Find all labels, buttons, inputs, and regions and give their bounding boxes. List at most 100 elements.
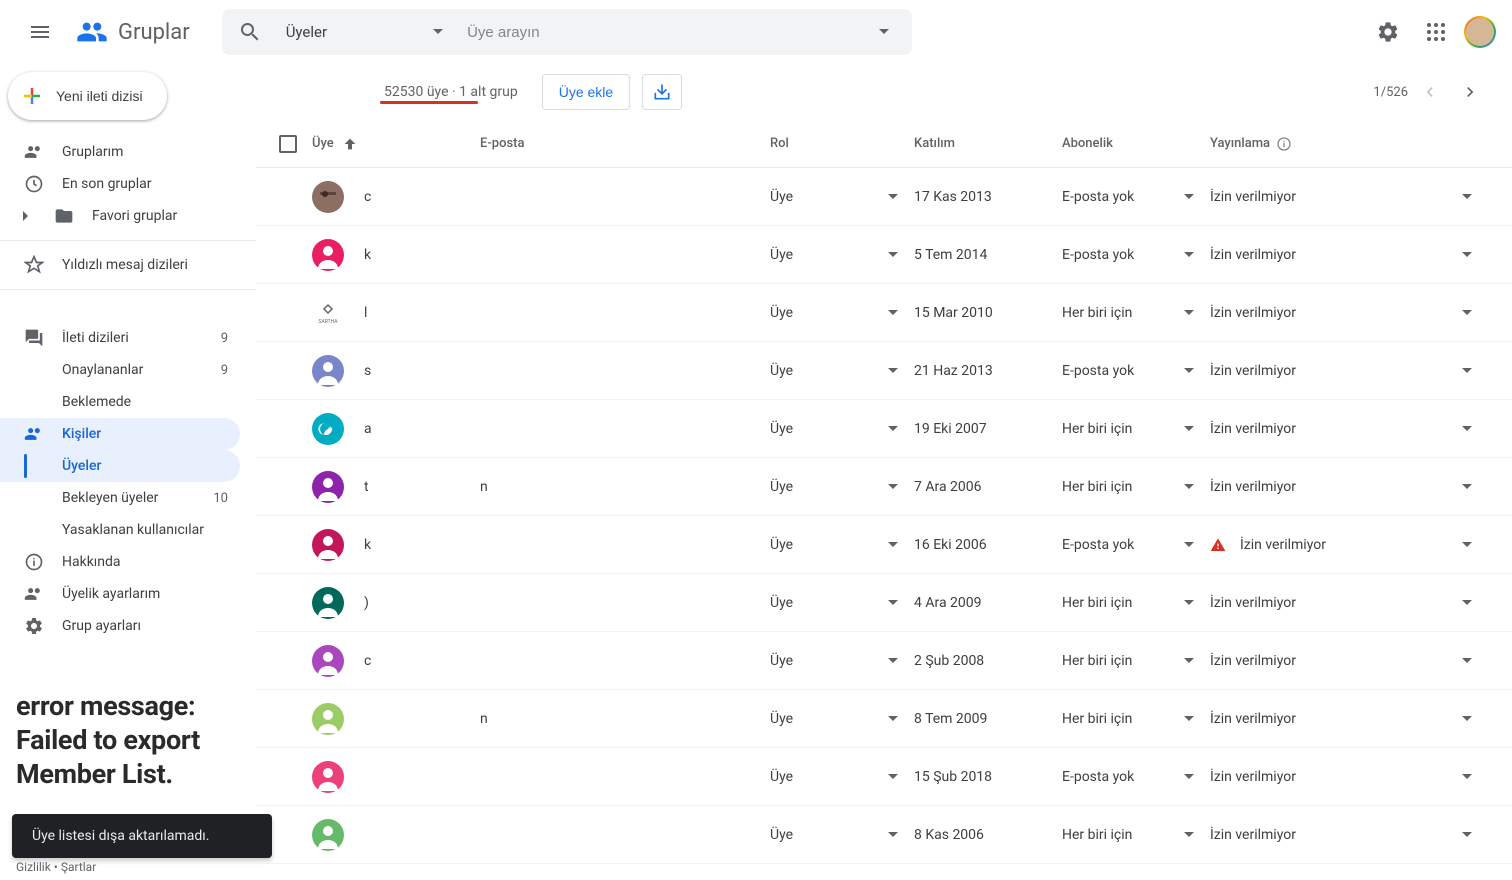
select-all-checkbox[interactable] bbox=[279, 135, 297, 153]
member-avatar bbox=[312, 471, 344, 503]
posting-select[interactable]: İzin verilmiyor bbox=[1210, 653, 1488, 669]
search-options-button[interactable] bbox=[864, 12, 904, 52]
page-prev-button[interactable] bbox=[1412, 74, 1448, 110]
column-header-role[interactable]: Rol bbox=[770, 136, 914, 151]
add-member-button[interactable]: Üye ekle bbox=[542, 74, 630, 110]
search-scope-select[interactable]: Üyeler bbox=[270, 23, 459, 41]
settings-button[interactable] bbox=[1368, 12, 1408, 52]
terms-link[interactable]: Şartlar bbox=[61, 860, 96, 874]
subscription-select[interactable]: Her biri için bbox=[1062, 421, 1210, 437]
subscription-select[interactable]: E-posta yok bbox=[1062, 189, 1210, 205]
role-select[interactable]: Üye bbox=[770, 595, 914, 611]
people-icon bbox=[24, 142, 44, 162]
role-select[interactable]: Üye bbox=[770, 537, 914, 553]
sidebar-item-label: Hakkında bbox=[62, 554, 228, 570]
export-list-button[interactable] bbox=[642, 74, 682, 110]
table-row[interactable]: tnÜye7 Ara 2006Her biri içinİzin verilmi… bbox=[256, 458, 1512, 516]
new-thread-button[interactable]: Yeni ileti dizisi bbox=[8, 72, 167, 120]
hamburger-icon bbox=[28, 20, 52, 44]
join-date: 19 Eki 2007 bbox=[914, 421, 1062, 437]
subscription-select[interactable]: Her biri için bbox=[1062, 827, 1210, 843]
posting-select[interactable]: İzin verilmiyor bbox=[1210, 827, 1488, 843]
member-avatar: SARTHA bbox=[312, 297, 344, 329]
role-select[interactable]: Üye bbox=[770, 711, 914, 727]
sidebar-item-members[interactable]: Üyeler bbox=[0, 450, 240, 482]
role-select[interactable]: Üye bbox=[770, 363, 914, 379]
toast-message: Üye listesi dışa aktarılamadı. bbox=[32, 828, 209, 844]
subscription-select[interactable]: Her biri için bbox=[1062, 305, 1210, 321]
sidebar-item-pending[interactable]: Beklemede bbox=[0, 386, 240, 418]
main-menu-button[interactable] bbox=[16, 8, 64, 56]
sidebar-item-about[interactable]: Hakkında bbox=[0, 546, 240, 578]
apps-button[interactable] bbox=[1416, 12, 1456, 52]
posting-select[interactable]: İzin verilmiyor bbox=[1210, 305, 1488, 321]
table-row[interactable]: c Üye2 Şub 2008Her biri içinİzin verilmi… bbox=[256, 632, 1512, 690]
pagination: 1/526 bbox=[1373, 74, 1488, 110]
posting-select[interactable]: İzin verilmiyor bbox=[1210, 769, 1488, 785]
column-header-member[interactable]: Üye bbox=[312, 136, 480, 152]
join-date: 8 Kas 2006 bbox=[914, 827, 1062, 843]
posting-select[interactable]: İzin verilmiyor bbox=[1210, 189, 1488, 205]
table-row[interactable]: c Üye17 Kas 2013E-posta yokİzin verilmiy… bbox=[256, 168, 1512, 226]
sidebar-item-my-groups[interactable]: Gruplarım bbox=[0, 136, 240, 168]
table-row[interactable]: nÜye8 Tem 2009Her biri içinİzin verilmiy… bbox=[256, 690, 1512, 748]
posting-select[interactable]: İzin verilmiyor bbox=[1210, 363, 1488, 379]
posting-select[interactable]: İzin verilmiyor bbox=[1210, 711, 1488, 727]
sidebar-item-people[interactable]: Kişiler bbox=[0, 418, 240, 450]
sidebar-item-pending-members[interactable]: Bekleyen üyeler 10 bbox=[0, 482, 240, 514]
role-select[interactable]: Üye bbox=[770, 827, 914, 843]
sidebar-item-recent-groups[interactable]: En son gruplar bbox=[0, 168, 240, 200]
sidebar-item-membership[interactable]: Üyelik ayarlarım bbox=[0, 578, 240, 610]
role-select[interactable]: Üye bbox=[770, 189, 914, 205]
posting-select[interactable]: İzin verilmiyor bbox=[1210, 595, 1488, 611]
subscription-select[interactable]: E-posta yok bbox=[1062, 769, 1210, 785]
column-header-posting[interactable]: Yayınlama bbox=[1210, 136, 1488, 152]
sidebar-item-starred[interactable]: Yıldızlı mesaj dizileri bbox=[0, 249, 240, 281]
subscription-select[interactable]: E-posta yok bbox=[1062, 363, 1210, 379]
column-header-email[interactable]: E-posta bbox=[480, 136, 770, 151]
posting-select[interactable]: İzin verilmiyor bbox=[1210, 537, 1488, 553]
privacy-link[interactable]: Gizlilik bbox=[16, 860, 51, 874]
role-select[interactable]: Üye bbox=[770, 247, 914, 263]
toast-error: Üye listesi dışa aktarılamadı. bbox=[12, 814, 272, 858]
sidebar-item-group-settings[interactable]: Grup ayarları bbox=[0, 610, 240, 642]
subscription-select[interactable]: Her biri için bbox=[1062, 711, 1210, 727]
join-date: 2 Şub 2008 bbox=[914, 653, 1062, 669]
role-select[interactable]: Üye bbox=[770, 769, 914, 785]
role-select[interactable]: Üye bbox=[770, 479, 914, 495]
posting-select[interactable]: İzin verilmiyor bbox=[1210, 247, 1488, 263]
search-input[interactable] bbox=[459, 24, 864, 41]
subscription-select[interactable]: Her biri için bbox=[1062, 653, 1210, 669]
table-row[interactable]: Üye15 Şub 2018E-posta yokİzin verilmiyor bbox=[256, 748, 1512, 806]
table-row[interactable]: s Üye21 Haz 2013E-posta yokİzin verilmiy… bbox=[256, 342, 1512, 400]
role-select[interactable]: Üye bbox=[770, 653, 914, 669]
groups-logo-icon bbox=[72, 12, 112, 52]
role-select[interactable]: Üye bbox=[770, 421, 914, 437]
table-row[interactable]: ) Üye4 Ara 2009Her biri içinİzin verilmi… bbox=[256, 574, 1512, 632]
divider bbox=[0, 240, 256, 241]
join-date: 8 Tem 2009 bbox=[914, 711, 1062, 727]
account-avatar[interactable] bbox=[1464, 16, 1496, 48]
logo[interactable]: Gruplar bbox=[72, 12, 190, 52]
role-select[interactable]: Üye bbox=[770, 305, 914, 321]
table-row[interactable]: Üye8 Kas 2006Her biri içinİzin verilmiyo… bbox=[256, 806, 1512, 864]
subscription-select[interactable]: E-posta yok bbox=[1062, 247, 1210, 263]
table-row[interactable]: a Üye19 Eki 2007Her biri içinİzin verilm… bbox=[256, 400, 1512, 458]
sidebar-item-approved[interactable]: Onaylananlar 9 bbox=[0, 354, 240, 386]
table-row[interactable]: SARTHAl Üye15 Mar 2010Her biri içinİzin … bbox=[256, 284, 1512, 342]
search-button[interactable] bbox=[230, 12, 270, 52]
sidebar-item-banned[interactable]: Yasaklanan kullanıcılar bbox=[0, 514, 240, 546]
page-next-button[interactable] bbox=[1452, 74, 1488, 110]
sidebar-item-count: 9 bbox=[221, 331, 228, 346]
subscription-select[interactable]: E-posta yok bbox=[1062, 537, 1210, 553]
table-row[interactable]: k Üye16 Eki 2006E-posta yokİzin verilmiy… bbox=[256, 516, 1512, 574]
posting-select[interactable]: İzin verilmiyor bbox=[1210, 479, 1488, 495]
sidebar-item-threads[interactable]: İleti dizileri 9 bbox=[0, 322, 240, 354]
column-header-subscription[interactable]: Abonelik bbox=[1062, 136, 1210, 151]
subscription-select[interactable]: Her biri için bbox=[1062, 595, 1210, 611]
sidebar-item-favorite-groups[interactable]: Favori gruplar bbox=[0, 200, 240, 232]
member-email: n bbox=[480, 711, 770, 727]
subscription-select[interactable]: Her biri için bbox=[1062, 479, 1210, 495]
table-row[interactable]: k Üye5 Tem 2014E-posta yokİzin verilmiyo… bbox=[256, 226, 1512, 284]
posting-select[interactable]: İzin verilmiyor bbox=[1210, 421, 1488, 437]
